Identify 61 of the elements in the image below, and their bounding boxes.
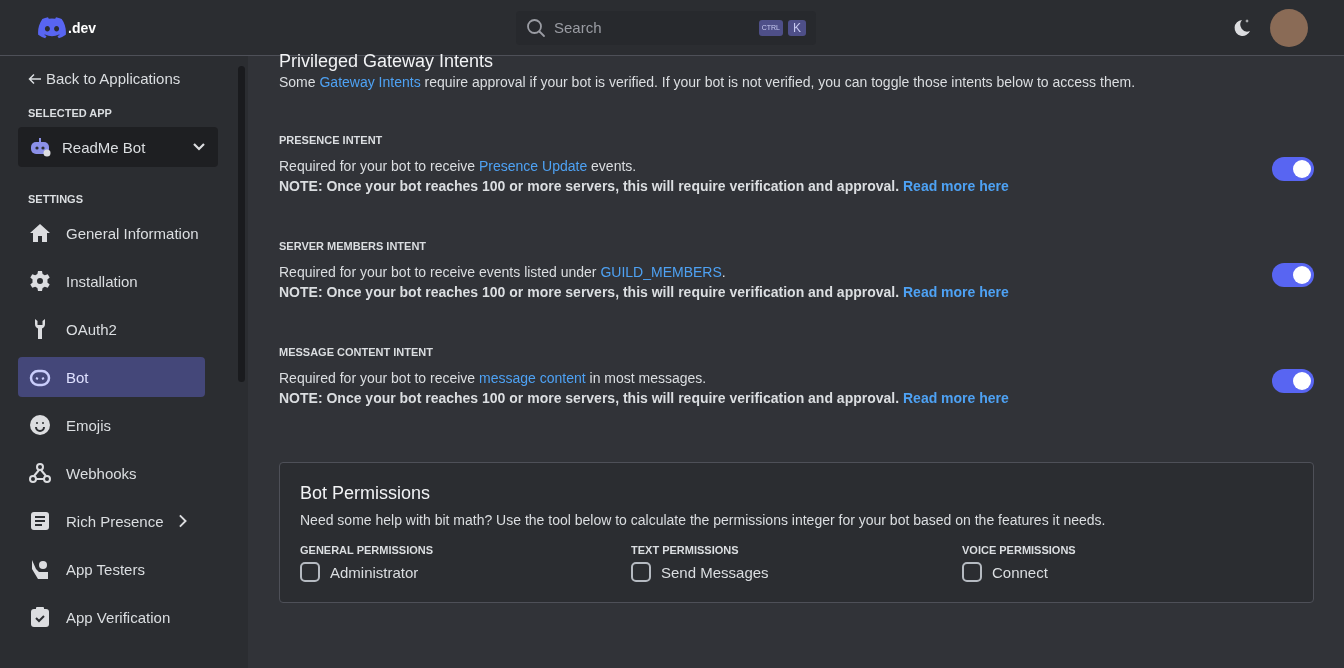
nav-item[interactable]: Bot [18,357,205,397]
toggle-switch[interactable] [1272,263,1314,287]
app-selector[interactable]: ReadMe Bot [18,127,218,167]
intent-note: NOTE: Once your bot reaches 100 or more servers, this will require verification and approval. Read more here [279,389,1010,408]
docs-link[interactable]: message content [479,370,586,386]
back-link[interactable]: Back to Applications [18,70,218,87]
permission-label: Connect [992,563,1048,581]
gateway-intents-link[interactable]: Gateway Intents [319,74,421,90]
permission-label: Administrator [330,563,419,581]
permission-label: Send Messages [661,563,769,581]
scrollbar[interactable] [236,56,248,668]
keyboard-key: K [788,19,806,36]
nav-item[interactable]: App Testers [18,549,205,589]
section-description: Some Gateway Intents require approval if your bot is verified. If your bot is not verified, you can toggle those intents below to access them. [279,74,1137,90]
nav-item[interactable]: Webhooks [18,453,205,493]
smile-icon [28,413,52,437]
doc-icon [28,509,52,533]
read-more-link[interactable]: Read more here [903,390,1009,406]
intent-description: Required for your bot to receive message content in most messages. [279,369,708,388]
docs-link[interactable]: GUILD_MEMBERS [600,264,722,280]
intent-description: Required for your bot to receive events listed under GUILD_MEMBERS. [279,263,727,282]
card-description: Need some help with bit math? Use the tool below to calculate the permissions integer for your bot based on the features it needs. [300,512,1107,528]
gear-icon [28,269,52,293]
left-arrow-icon [28,72,42,85]
checkbox[interactable] [631,562,651,582]
nav-item[interactable]: App Verification [18,597,205,637]
card-title: Bot Permissions [300,483,432,504]
read-more-link[interactable]: Read more here [903,284,1009,300]
nav-item[interactable]: Rich Presence [18,501,205,541]
toggle-switch[interactable] [1272,369,1314,393]
intent-description: Required for your bot to receive Presence Update events. [279,157,638,176]
checkbox[interactable] [300,562,320,582]
docs-link[interactable]: Presence Update [479,158,588,174]
intent-title: MESSAGE CONTENT INTENT [279,346,434,358]
section-title: Privileged Gateway Intents [279,52,495,70]
webhook-icon [28,461,52,485]
clipboard-icon [28,605,52,629]
toggle-switch[interactable] [1272,157,1314,181]
robot-icon [30,137,52,157]
home-icon [28,221,52,245]
chevron-down-icon [192,142,206,152]
section-label: SELECTED APP [27,107,113,119]
column-heading: GENERAL PERMISSIONS [300,544,435,556]
column-heading: VOICE PERMISSIONS [962,544,1077,556]
read-more-link[interactable]: Read more here [903,178,1009,194]
logo-text: .dev [68,19,96,36]
nav-item[interactable]: Installation [18,261,205,301]
column-heading: TEXT PERMISSIONS [631,544,740,556]
checkbox[interactable] [962,562,982,582]
section-label: SETTINGS [27,193,84,205]
intent-title: SERVER MEMBERS INTENT [279,240,428,252]
avatar[interactable] [1270,8,1308,47]
search-input[interactable]: Search [552,18,753,37]
nav-item[interactable]: OAuth2 [18,309,205,349]
intent-note: NOTE: Once your bot reaches 100 or more servers, this will require verification and approval. Read more here [279,283,1010,302]
nav-item[interactable]: General Information [18,213,205,253]
intent-note: NOTE: Once your bot reaches 100 or more servers, this will require verification and approval. Read more here [279,177,1010,196]
search-icon [526,17,546,38]
intent-title: PRESENCE INTENT [279,134,384,146]
nav-item[interactable]: Emojis [18,405,205,445]
controller-logo-icon [38,16,66,39]
